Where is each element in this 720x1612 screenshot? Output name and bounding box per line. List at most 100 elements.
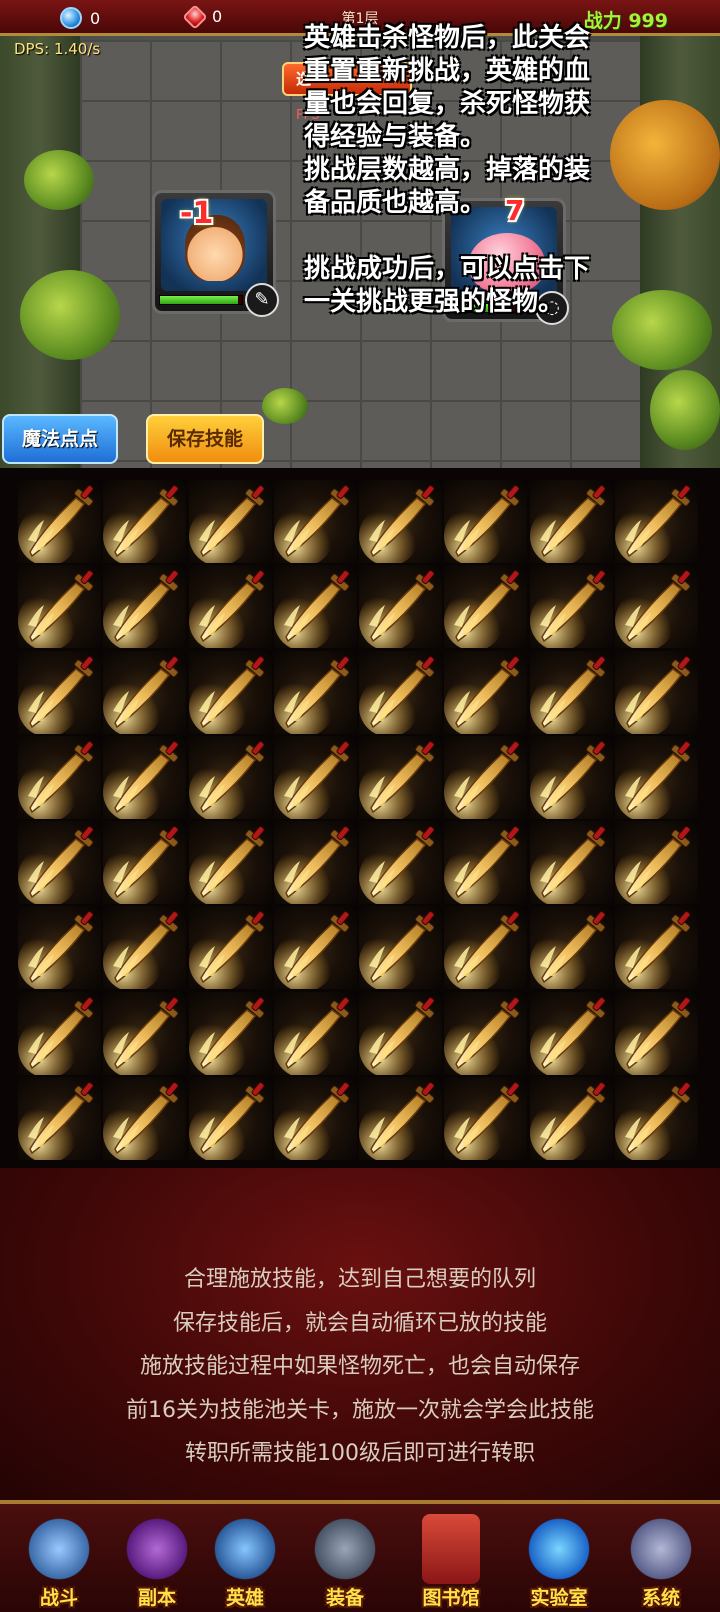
nav-label: 副本 xyxy=(137,1587,176,1609)
skill-slot[interactable] xyxy=(18,821,101,905)
skill-slot[interactable] xyxy=(359,565,443,649)
info-line: 前16关为技能池关卡，施放一次就会学会此技能 xyxy=(126,1397,594,1423)
help-line: 一关挑战更强的怪物。 xyxy=(304,287,565,317)
skill-slot[interactable] xyxy=(273,650,357,734)
info-line: 合理施放技能，达到自己想要的队列 xyxy=(183,1267,536,1292)
skill-slot[interactable] xyxy=(444,991,528,1075)
red-gem-counter: 0 xyxy=(182,3,223,30)
info-text: 合理施放技能，达到自己想要的队列 保存技能后，就会自动循环已放的技能 施放技能过… xyxy=(0,1258,720,1476)
skill-slot[interactable] xyxy=(103,906,187,990)
skill-slot[interactable] xyxy=(18,650,101,734)
skill-slot[interactable] xyxy=(529,821,613,905)
skill-slot[interactable] xyxy=(529,565,613,649)
nav-label: 系统 xyxy=(641,1587,680,1609)
nav-system[interactable]: 系统 xyxy=(618,1514,704,1612)
nav-battle[interactable]: 战斗 xyxy=(16,1514,102,1612)
skill-slot[interactable] xyxy=(359,480,443,563)
skill-panel xyxy=(0,468,720,1168)
skill-slot[interactable] xyxy=(444,480,528,563)
skill-slot[interactable] xyxy=(444,565,528,649)
skill-slot[interactable] xyxy=(615,650,699,734)
skill-slot[interactable] xyxy=(18,480,101,563)
skill-slot[interactable] xyxy=(529,480,613,563)
skill-slot[interactable] xyxy=(615,906,699,990)
skill-slot[interactable] xyxy=(529,991,613,1075)
skill-slot[interactable] xyxy=(103,565,187,649)
skill-slot[interactable] xyxy=(188,565,272,649)
left-foliage xyxy=(0,0,80,468)
armor-icon xyxy=(310,1514,380,1584)
skill-slot[interactable] xyxy=(188,821,272,905)
skill-slot[interactable] xyxy=(188,735,272,819)
hero-avatar xyxy=(161,199,267,291)
skill-slot[interactable] xyxy=(529,906,613,990)
bush-decoration xyxy=(650,370,720,450)
info-line: 保存技能后，就会自动循环已放的技能 xyxy=(172,1310,547,1336)
skill-slot[interactable] xyxy=(273,735,357,819)
skill-slot[interactable] xyxy=(18,735,101,819)
skill-slot[interactable] xyxy=(359,906,443,990)
help-line: 重置重新挑战，英雄的血 xyxy=(304,56,591,86)
hero-hp-fill xyxy=(160,296,238,304)
battle-scene: 0 0 第1层 战力 999 DPS: 1.40/s 选 FPS ✎ ◌ -1 … xyxy=(0,0,720,468)
skill-slot[interactable] xyxy=(444,821,528,905)
bush-decoration xyxy=(262,388,308,424)
magic-button[interactable]: 魔法点点 xyxy=(2,414,118,464)
skill-slot[interactable] xyxy=(103,735,187,819)
skill-slot[interactable] xyxy=(444,650,528,734)
skill-slot[interactable] xyxy=(444,1077,528,1161)
nav-dungeon[interactable]: 副本 xyxy=(114,1514,200,1612)
skill-slot[interactable] xyxy=(615,480,699,563)
skill-slot[interactable] xyxy=(103,480,187,563)
red-gem-icon xyxy=(182,3,208,30)
skill-slot[interactable] xyxy=(273,906,357,990)
skill-slot[interactable] xyxy=(359,650,443,734)
nav-hero[interactable]: 英雄 xyxy=(202,1514,288,1612)
skill-slot[interactable] xyxy=(444,735,528,819)
skill-slot[interactable] xyxy=(529,1077,613,1161)
help-overlay: 英雄击杀怪物后，此关会 重置重新挑战，英雄的血 量也会回复，杀死怪物获 得经验与… xyxy=(304,22,714,319)
bush-decoration xyxy=(20,270,120,360)
skill-slot[interactable] xyxy=(103,650,187,734)
skill-slot[interactable] xyxy=(615,735,699,819)
skill-slot[interactable] xyxy=(188,991,272,1075)
skill-slot[interactable] xyxy=(273,991,357,1075)
skill-slot[interactable] xyxy=(18,991,101,1075)
skill-slot[interactable] xyxy=(18,565,101,649)
skill-slot[interactable] xyxy=(188,1077,272,1161)
sword-icon: ✎ xyxy=(245,283,279,317)
skill-slot[interactable] xyxy=(444,906,528,990)
skill-slot[interactable] xyxy=(273,565,357,649)
red-gem-count: 0 xyxy=(212,7,223,26)
skill-slot[interactable] xyxy=(615,565,699,649)
skill-slot[interactable] xyxy=(188,480,272,563)
nav-lab[interactable]: 实验室 xyxy=(516,1514,602,1612)
skill-slot[interactable] xyxy=(103,991,187,1075)
skill-slot[interactable] xyxy=(103,821,187,905)
skill-slot[interactable] xyxy=(188,906,272,990)
skill-slot[interactable] xyxy=(359,735,443,819)
skill-slot[interactable] xyxy=(615,1077,699,1161)
skill-slot[interactable] xyxy=(18,1077,101,1161)
skill-slot[interactable] xyxy=(529,735,613,819)
skill-slot[interactable] xyxy=(273,480,357,563)
skill-slot[interactable] xyxy=(529,650,613,734)
skill-slot[interactable] xyxy=(359,991,443,1075)
skill-slot[interactable] xyxy=(359,821,443,905)
demon-skull-icon xyxy=(122,1514,192,1584)
help-line: 挑战层数越高，掉落的装 xyxy=(304,155,591,185)
help-line: 得经验与装备。 xyxy=(304,122,487,152)
nav-library[interactable]: 图书馆 xyxy=(408,1514,494,1612)
hero-portrait[interactable]: ✎ xyxy=(152,190,279,317)
skill-slot[interactable] xyxy=(103,1077,187,1161)
help-line: 量也会回复，杀死怪物获 xyxy=(304,89,591,119)
skill-slot[interactable] xyxy=(273,1077,357,1161)
skill-slot[interactable] xyxy=(188,650,272,734)
save-skill-button[interactable]: 保存技能 xyxy=(146,414,264,464)
skill-slot[interactable] xyxy=(18,906,101,990)
nav-equip[interactable]: 装备 xyxy=(302,1514,388,1612)
skill-slot[interactable] xyxy=(273,821,357,905)
skill-slot[interactable] xyxy=(615,821,699,905)
skill-slot[interactable] xyxy=(615,991,699,1075)
skill-slot[interactable] xyxy=(359,1077,443,1161)
